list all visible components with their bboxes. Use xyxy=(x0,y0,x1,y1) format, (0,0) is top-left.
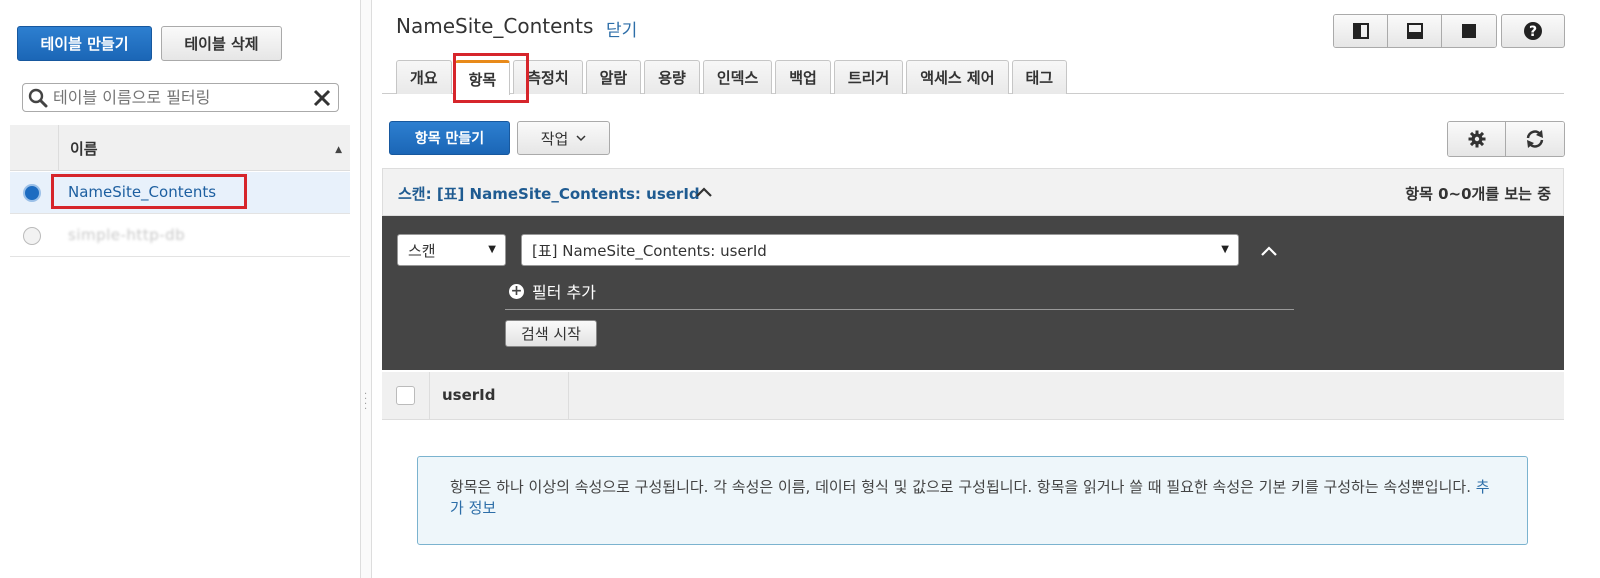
scan-target-value: [표] NameSite_Contents: userId xyxy=(532,241,767,260)
highlight-box xyxy=(51,174,247,209)
full-layout-icon xyxy=(1462,24,1476,38)
table-filter-input[interactable] xyxy=(51,86,301,109)
dropdown-arrow-icon: ▼ xyxy=(1221,244,1229,255)
create-item-button[interactable]: 항목 만들기 xyxy=(389,121,510,155)
tab-capacity[interactable]: 용량 xyxy=(644,60,700,94)
table-list-header: 이름 ▲ xyxy=(10,125,350,171)
splitter-grip-icon[interactable]: · · · · xyxy=(364,390,367,415)
gear-icon xyxy=(1468,130,1485,148)
table-filter xyxy=(22,83,339,112)
help-button[interactable]: ? xyxy=(1501,14,1565,48)
collapse-caret-icon[interactable] xyxy=(695,183,713,202)
select-all-checkbox[interactable] xyxy=(396,386,415,405)
item-count-text: 항목 0~0개를 보는 중 xyxy=(1405,185,1551,203)
plus-circle-icon: + xyxy=(509,283,524,299)
info-message: 항목은 하나 이상의 속성으로 구성됩니다. 각 속성은 이름, 데이터 형식 … xyxy=(417,456,1528,545)
page-title: NameSite_Contents xyxy=(396,14,594,38)
search-icon xyxy=(28,88,48,112)
dropdown-arrow-icon: ▼ xyxy=(488,244,496,255)
tab-overview[interactable]: 개요 xyxy=(396,60,452,94)
info-text: 항목은 하나 이상의 속성으로 구성됩니다. 각 속성은 이름, 데이터 형식 … xyxy=(450,478,1471,496)
sort-asc-icon[interactable]: ▲ xyxy=(335,145,342,155)
delete-table-button[interactable]: 테이블 삭제 xyxy=(161,26,282,61)
panel-splitter[interactable]: · · · · xyxy=(360,0,372,578)
scan-title[interactable]: 스캔: [표] NameSite_Contents: userId xyxy=(398,183,700,204)
chevron-down-icon xyxy=(576,135,586,142)
table-radio[interactable] xyxy=(23,227,41,245)
scan-target-select[interactable]: [표] NameSite_Contents: userId ▼ xyxy=(521,234,1239,266)
name-column-header[interactable]: 이름 xyxy=(70,138,98,159)
highlight-box xyxy=(453,53,529,103)
full-layout-button[interactable] xyxy=(1442,15,1496,47)
table-name[interactable]: simple-http-db xyxy=(68,226,185,244)
column-header-userid[interactable]: userId xyxy=(442,386,496,404)
table-radio-selected[interactable] xyxy=(23,184,41,202)
table-tools xyxy=(1447,121,1565,157)
add-filter-button[interactable]: + 필터 추가 xyxy=(509,279,596,303)
scan-mode-select[interactable]: 스캔 ▼ xyxy=(397,234,506,266)
table-row[interactable]: simple-http-db xyxy=(10,215,350,257)
tab-alarms[interactable]: 알람 xyxy=(585,60,642,94)
split-vertical-icon xyxy=(1352,23,1369,39)
help-icon: ? xyxy=(1524,22,1542,40)
split-vertical-layout-button[interactable] xyxy=(1334,15,1388,47)
layout-toggle-group xyxy=(1333,14,1497,48)
add-filter-label: 필터 추가 xyxy=(532,283,596,302)
tab-triggers[interactable]: 트리거 xyxy=(833,60,904,94)
table-list-panel: 테이블 만들기 테이블 삭제 이름 ▲ NameSite_Contents si… xyxy=(0,0,360,578)
tab-indexes[interactable]: 인덱스 xyxy=(702,60,773,94)
actions-label: 작업 xyxy=(540,129,569,148)
scan-mode-value: 스캔 xyxy=(408,241,436,260)
start-search-button[interactable]: 검색 시작 xyxy=(505,320,597,347)
split-horizontal-layout-button[interactable] xyxy=(1388,15,1442,47)
split-horizontal-icon xyxy=(1406,23,1423,39)
refresh-icon xyxy=(1526,130,1544,148)
refresh-button[interactable] xyxy=(1506,122,1564,156)
create-table-button[interactable]: 테이블 만들기 xyxy=(17,26,152,61)
results-table-header: userId xyxy=(382,372,1564,420)
collapse-panel-icon[interactable] xyxy=(1260,242,1278,261)
tab-access-control[interactable]: 액세스 제어 xyxy=(906,60,1009,94)
query-panel: 스캔 ▼ [표] NameSite_Contents: userId ▼ + 필… xyxy=(382,216,1564,370)
settings-button[interactable] xyxy=(1448,122,1506,156)
svg-text:?: ? xyxy=(1529,24,1537,40)
actions-dropdown[interactable]: 작업 xyxy=(517,121,610,155)
tab-backups[interactable]: 백업 xyxy=(775,60,831,94)
close-link[interactable]: 닫기 xyxy=(606,16,637,41)
tab-tags[interactable]: 태그 xyxy=(1011,60,1068,94)
clear-filter-icon[interactable] xyxy=(313,89,331,111)
scan-summary-bar: 스캔: [표] NameSite_Contents: userId 항목 0~0… xyxy=(382,168,1564,216)
